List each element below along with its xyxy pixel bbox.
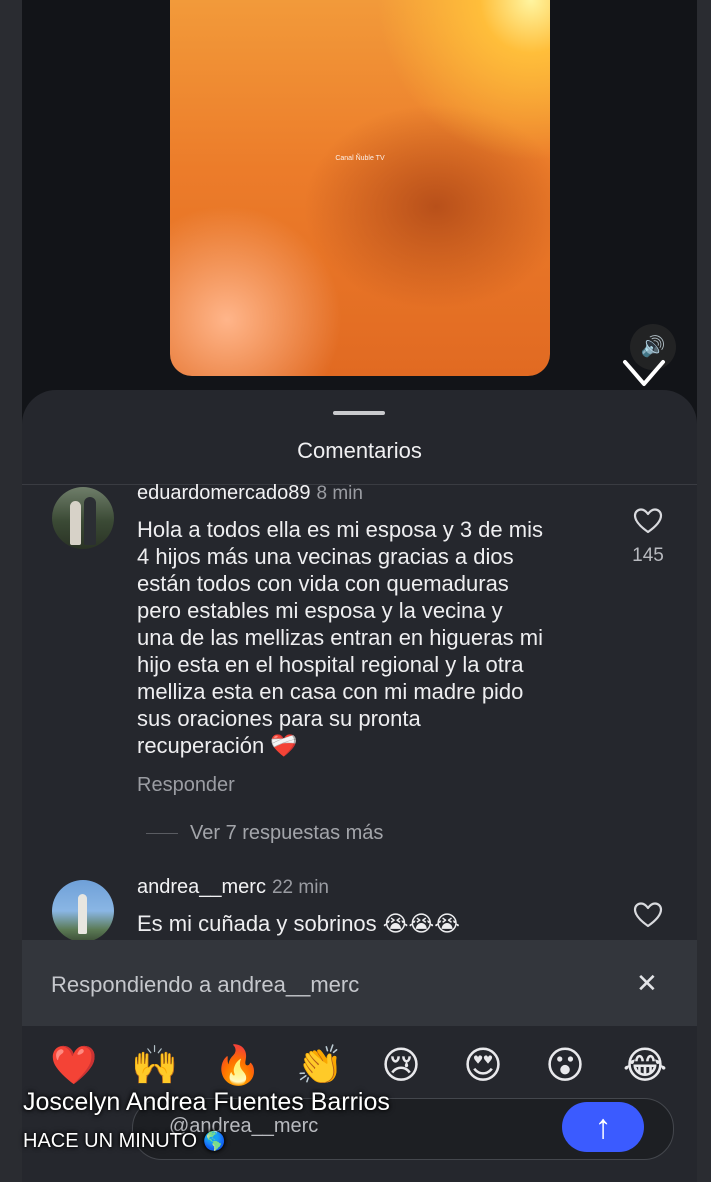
comment-text: Hola a todos ella es mi esposa y 3 de mi… <box>137 516 543 759</box>
raising-hands-emoji-button[interactable]: 🙌 <box>131 1042 178 1088</box>
close-icon[interactable]: ✕ <box>636 968 658 999</box>
avatar[interactable] <box>52 487 114 549</box>
heart-eyes-emoji-button[interactable]: 😍 <box>460 1042 506 1088</box>
surprised-emoji-button[interactable]: 😮 <box>542 1042 588 1088</box>
comment-line: Hola a todos ella es mi esposa y 3 de mi… <box>137 517 543 542</box>
comment-line: sus oraciones para su pronta <box>137 706 421 731</box>
sheet-title: Comentarios <box>297 438 422 463</box>
overlay-timestamp: HACE UN MINUTO 🌎 <box>23 1130 226 1153</box>
video-watermark: Canal Ñuble TV <box>335 155 385 162</box>
video-player[interactable]: Canal Ñuble TV <box>170 0 550 376</box>
comment-time: 8 min <box>316 483 363 504</box>
heart-outline-icon[interactable] <box>633 507 663 535</box>
reply-button[interactable]: Responder <box>137 774 235 797</box>
avatar[interactable] <box>52 880 114 942</box>
like-count: 145 <box>632 545 664 566</box>
comment-username[interactable]: eduardomercado89 8 min <box>137 482 363 505</box>
laughing-emoji-button[interactable]: 😂 <box>622 1042 668 1088</box>
comment-line: hijo esta en el hospital regional y la o… <box>137 652 524 677</box>
comment-line: pero estables mi esposa y la vecina y <box>137 598 503 623</box>
comment-line: melliza esta en casa con mi madre pido <box>137 679 524 704</box>
comment-text: Es mi cuñada y sobrinos 😭😭😭 <box>137 911 460 936</box>
heart-emoji-button[interactable]: ❤️ <box>50 1042 97 1088</box>
username-text[interactable]: eduardomercado89 <box>137 482 310 504</box>
comment-line: una de las mellizas entran en higueras m… <box>137 625 544 650</box>
clapping-emoji-button[interactable]: 👏 <box>296 1042 343 1088</box>
heart-icon[interactable] <box>621 350 667 390</box>
replies-line <box>146 833 178 834</box>
comment-username[interactable]: andrea__merc 22 min <box>137 876 329 899</box>
overlay-time-text: HACE UN MINUTO <box>23 1130 198 1152</box>
username-text[interactable]: andrea__merc <box>137 876 266 898</box>
globe-icon: 🌎 <box>203 1131 226 1152</box>
comment-line: recuperación ❤️‍🩹 <box>137 733 298 758</box>
arrow-up-icon: ↑ <box>594 1108 612 1146</box>
crying-emoji-button[interactable]: 😢 <box>378 1042 424 1088</box>
replying-to-label: Respondiendo a andrea__merc <box>51 972 360 997</box>
sheet-drag-handle[interactable] <box>333 411 385 415</box>
comment-line: están todos con vida con quemaduras <box>137 571 509 596</box>
comment-time: 22 min <box>271 877 329 898</box>
comment-line: 4 hijos más una vecinas gracias a dios <box>137 544 514 569</box>
overlay-author-name: Joscelyn Andrea Fuentes Barrios <box>23 1088 390 1116</box>
view-more-replies-button[interactable]: Ver 7 respuestas más <box>190 822 383 845</box>
replying-to-bar: Respondiendo a andrea__merc ✕ <box>22 940 697 1026</box>
heart-outline-icon[interactable] <box>633 901 663 929</box>
send-button[interactable]: ↑ <box>562 1102 644 1152</box>
comments-sheet: Comentarios eduardomercado89 8 min Hola a… <box>22 390 697 950</box>
fire-emoji-button[interactable]: 🔥 <box>214 1042 261 1088</box>
